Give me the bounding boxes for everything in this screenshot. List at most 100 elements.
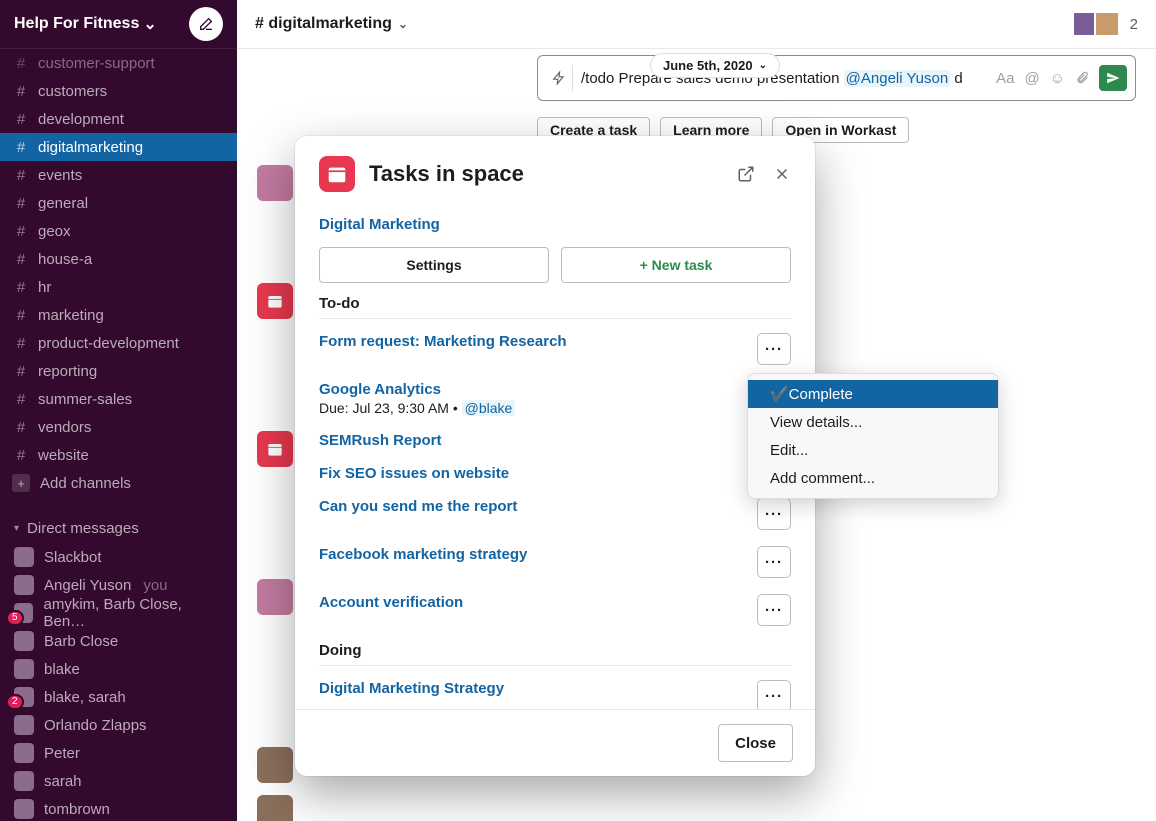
emoji-icon[interactable]: ☺ xyxy=(1050,70,1065,87)
menu-item[interactable]: Add comment... xyxy=(748,464,998,492)
hash-icon: # xyxy=(14,195,28,212)
avatar xyxy=(14,631,34,651)
task-row: Form request: Marketing Research ··· xyxy=(319,325,791,373)
hash-icon: # xyxy=(14,335,28,352)
hash-icon: # xyxy=(14,419,28,436)
hash-icon: # xyxy=(14,55,28,72)
compose-button[interactable] xyxy=(189,7,223,41)
task-actions-button[interactable]: ··· xyxy=(757,498,791,530)
avatar xyxy=(14,771,34,791)
dm-item[interactable]: tombrown xyxy=(0,795,237,821)
menu-item[interactable]: Edit... xyxy=(748,436,998,464)
workast-logo-icon xyxy=(319,156,355,192)
mention-icon[interactable]: @ xyxy=(1024,70,1039,87)
task-link[interactable]: SEMRush Report xyxy=(319,432,442,449)
dm-item[interactable]: 2blake, sarah xyxy=(0,683,237,711)
menu-item[interactable]: ✔️Complete xyxy=(748,380,998,408)
channel-item-reporting[interactable]: #reporting xyxy=(0,357,237,385)
channel-item-events[interactable]: #events xyxy=(0,161,237,189)
task-row: Google Analytics Due: Jul 23, 9:30 AM • @… xyxy=(319,373,791,424)
task-actions-button[interactable]: ··· xyxy=(757,594,791,626)
task-link[interactable]: Form request: Marketing Research xyxy=(319,333,567,350)
message-composer[interactable]: /todo Prepare sales demo presentation @A… xyxy=(537,55,1136,101)
channel-item-geox[interactable]: #geox xyxy=(0,217,237,245)
sidebar-scroll: # customer-support #customers#developmen… xyxy=(0,49,237,821)
task-link[interactable]: Can you send me the report xyxy=(319,498,517,515)
dm-item[interactable]: Slackbot xyxy=(0,543,237,571)
task-link[interactable]: Fix SEO issues on website xyxy=(319,465,509,482)
avatar xyxy=(257,795,293,821)
task-row: Facebook marketing strategy ··· xyxy=(319,538,791,586)
task-link[interactable]: Digital Marketing Strategy xyxy=(319,680,504,697)
chevron-down-icon: ⌄ xyxy=(398,17,408,31)
app-avatar xyxy=(257,283,293,319)
channel-item-marketing[interactable]: #marketing xyxy=(0,301,237,329)
dm-section-header[interactable]: ▾ Direct messages xyxy=(0,509,237,543)
task-subtext: Due: Jul 23, 9:30 AM • @blake xyxy=(319,400,515,416)
sidebar: Help For Fitness ⌄ # customer-support #c… xyxy=(0,0,237,821)
hash-icon: # xyxy=(14,223,28,240)
hash-icon: # xyxy=(14,363,28,380)
task-link[interactable]: Facebook marketing strategy xyxy=(319,546,527,563)
settings-button[interactable]: Settings xyxy=(319,247,549,283)
dm-item[interactable]: sarah xyxy=(0,767,237,795)
open-external-icon[interactable] xyxy=(737,165,755,183)
dm-item[interactable]: blake xyxy=(0,655,237,683)
shortcuts-icon[interactable] xyxy=(546,65,573,91)
avatar xyxy=(14,799,34,819)
date-divider[interactable]: June 5th, 2020 ⌄ xyxy=(650,53,780,78)
avatar xyxy=(257,165,293,201)
dm-item[interactable]: Peter xyxy=(0,739,237,767)
channel-name-button[interactable]: # digitalmarketing ⌄ xyxy=(255,15,408,33)
channel-item-cut[interactable]: # customer-support xyxy=(0,49,237,77)
avatar xyxy=(257,747,293,783)
chevron-down-icon: ⌄ xyxy=(759,60,767,71)
workspace-switcher[interactable]: Help For Fitness ⌄ xyxy=(14,14,157,34)
dm-item[interactable]: Angeli Yuson you xyxy=(0,571,237,599)
task-actions-button[interactable]: ··· xyxy=(757,333,791,365)
task-link[interactable]: Google Analytics xyxy=(319,381,515,398)
channel-item-general[interactable]: #general xyxy=(0,189,237,217)
channel-item-digitalmarketing[interactable]: #digitalmarketing xyxy=(0,133,237,161)
channel-members[interactable]: 2 xyxy=(1072,11,1138,37)
channel-item-product-development[interactable]: #product-development xyxy=(0,329,237,357)
modal-title: Tasks in space xyxy=(369,161,524,187)
channel-item-vendors[interactable]: #vendors xyxy=(0,413,237,441)
channel-item-customers[interactable]: #customers xyxy=(0,77,237,105)
plus-icon: + xyxy=(12,474,30,492)
channel-item-development[interactable]: #development xyxy=(0,105,237,133)
attach-icon[interactable] xyxy=(1075,71,1089,85)
dm-item[interactable]: 5amykim, Barb Close, Ben… xyxy=(0,599,237,627)
channel-item-website[interactable]: #website xyxy=(0,441,237,469)
dm-item[interactable]: Orlando Zlapps xyxy=(0,711,237,739)
avatar xyxy=(14,575,34,595)
hash-icon: # xyxy=(14,251,28,268)
close-icon[interactable] xyxy=(773,165,791,183)
add-channels[interactable]: + Add channels xyxy=(0,469,237,497)
dm-item[interactable]: Barb Close xyxy=(0,627,237,655)
avatar xyxy=(1094,11,1120,37)
menu-item[interactable]: View details... xyxy=(748,408,998,436)
hash-icon: # xyxy=(14,83,28,100)
app-avatar xyxy=(257,431,293,467)
new-task-button[interactable]: + New task xyxy=(561,247,791,283)
channel-item-summer-sales[interactable]: #summer-sales xyxy=(0,385,237,413)
close-button[interactable]: Close xyxy=(718,724,793,762)
avatar xyxy=(14,547,34,567)
task-row: Digital Marketing Strategy ··· xyxy=(319,672,791,709)
avatar xyxy=(14,715,34,735)
task-actions-button[interactable]: ··· xyxy=(757,680,791,709)
task-row: Account verification ··· xyxy=(319,586,791,634)
space-link[interactable]: Digital Marketing xyxy=(319,216,791,233)
task-link[interactable]: Account verification xyxy=(319,594,463,611)
channel-item-hr[interactable]: #hr xyxy=(0,273,237,301)
hash-icon: # xyxy=(14,307,28,324)
task-actions-button[interactable]: ··· xyxy=(757,546,791,578)
format-icon[interactable]: Aa xyxy=(996,70,1014,87)
hash-icon: # xyxy=(14,279,28,296)
channel-item-house-a[interactable]: #house-a xyxy=(0,245,237,273)
task-row: Fix SEO issues on website xyxy=(319,457,791,490)
assignee-mention[interactable]: @blake xyxy=(462,400,516,416)
send-button[interactable] xyxy=(1099,65,1127,91)
workspace-name: Help For Fitness xyxy=(14,15,139,33)
